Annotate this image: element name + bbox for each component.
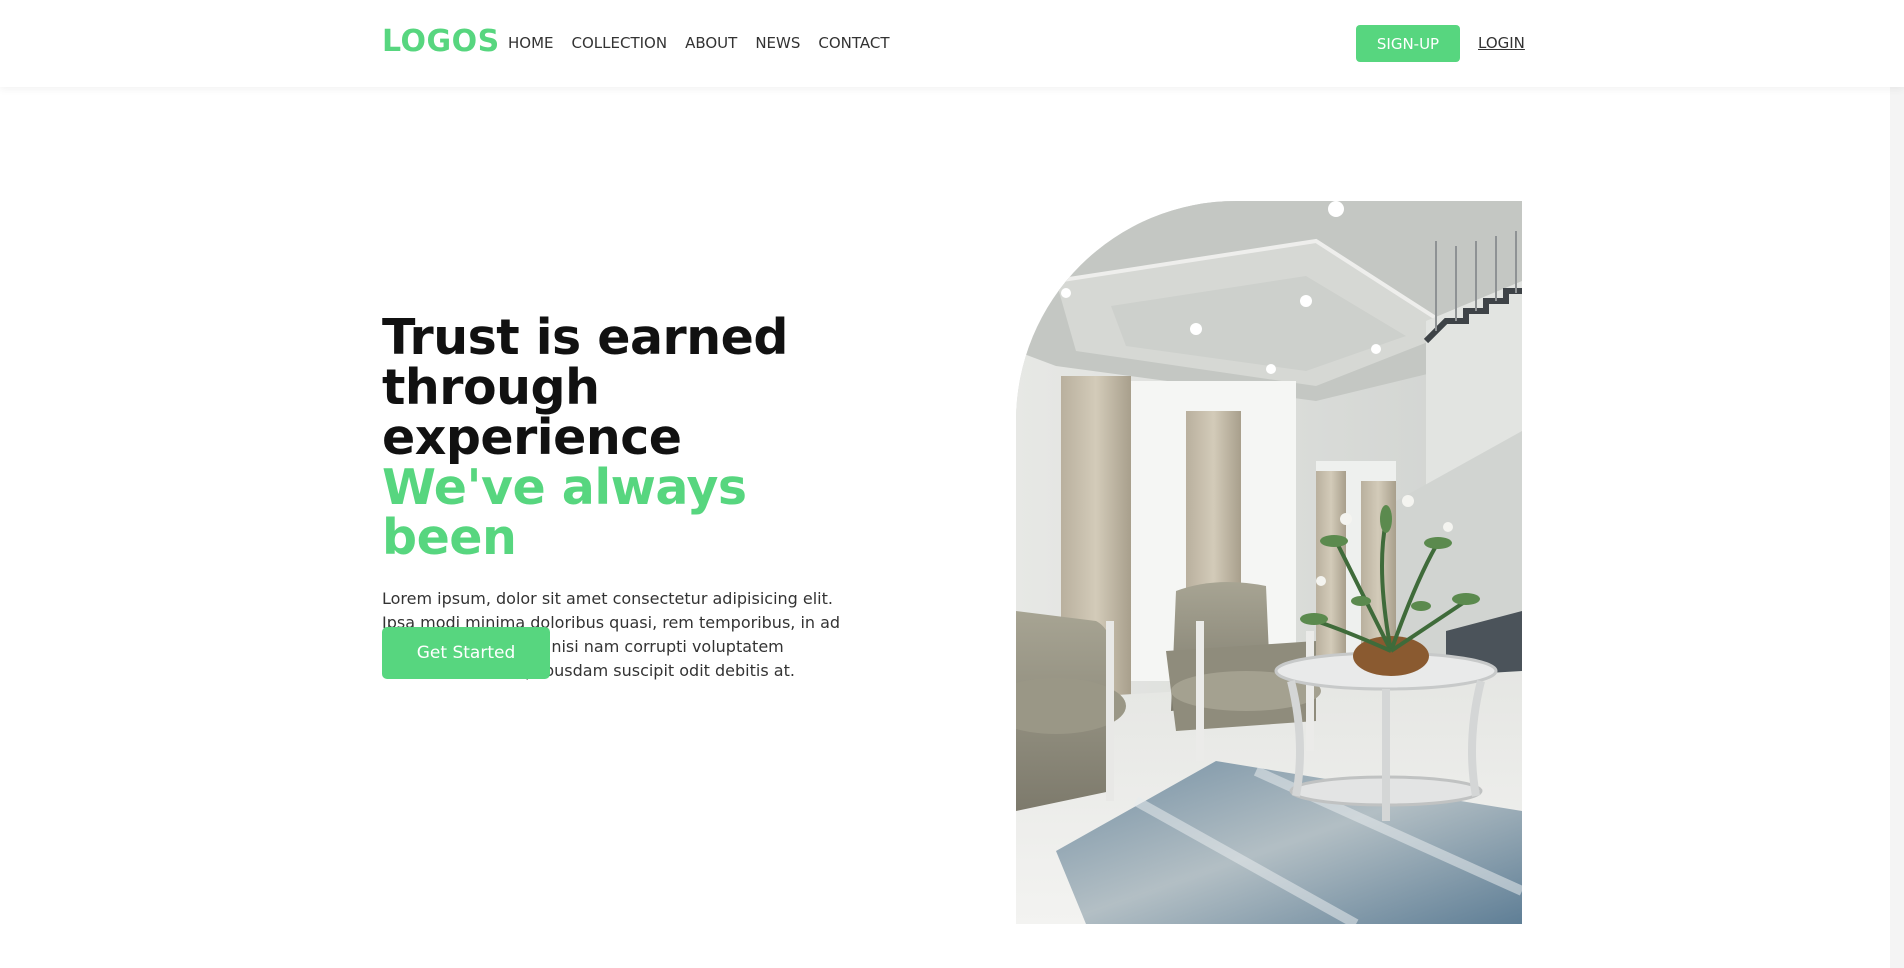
nav-news[interactable]: NEWS	[755, 34, 800, 52]
signup-button[interactable]: SIGN-UP	[1356, 25, 1460, 62]
hero-title-line-1: Trust is earned	[382, 309, 788, 366]
nav-home[interactable]: HOME	[508, 34, 554, 52]
get-started-button[interactable]: Get Started	[382, 627, 550, 679]
nav-contact[interactable]: CONTACT	[818, 34, 889, 52]
hero-title-line-2: through experience	[382, 359, 682, 466]
nav-collection[interactable]: COLLECTION	[572, 34, 668, 52]
top-navbar: LOGOS HOME COLLECTION ABOUT NEWS CONTACT…	[0, 0, 1904, 87]
nav-about[interactable]: ABOUT	[685, 34, 737, 52]
vertical-scrollbar[interactable]	[1890, 0, 1904, 968]
logo[interactable]: LOGOS	[382, 24, 500, 59]
landing-page: LOGOS HOME COLLECTION ABOUT NEWS CONTACT…	[0, 0, 1904, 968]
hero-title-accent: We've always been	[382, 459, 747, 566]
login-link[interactable]: LOGIN	[1478, 34, 1525, 52]
interior-illustration	[1016, 201, 1522, 924]
hero-interior-image	[1016, 201, 1522, 924]
main-nav: HOME COLLECTION ABOUT NEWS CONTACT	[508, 34, 890, 52]
